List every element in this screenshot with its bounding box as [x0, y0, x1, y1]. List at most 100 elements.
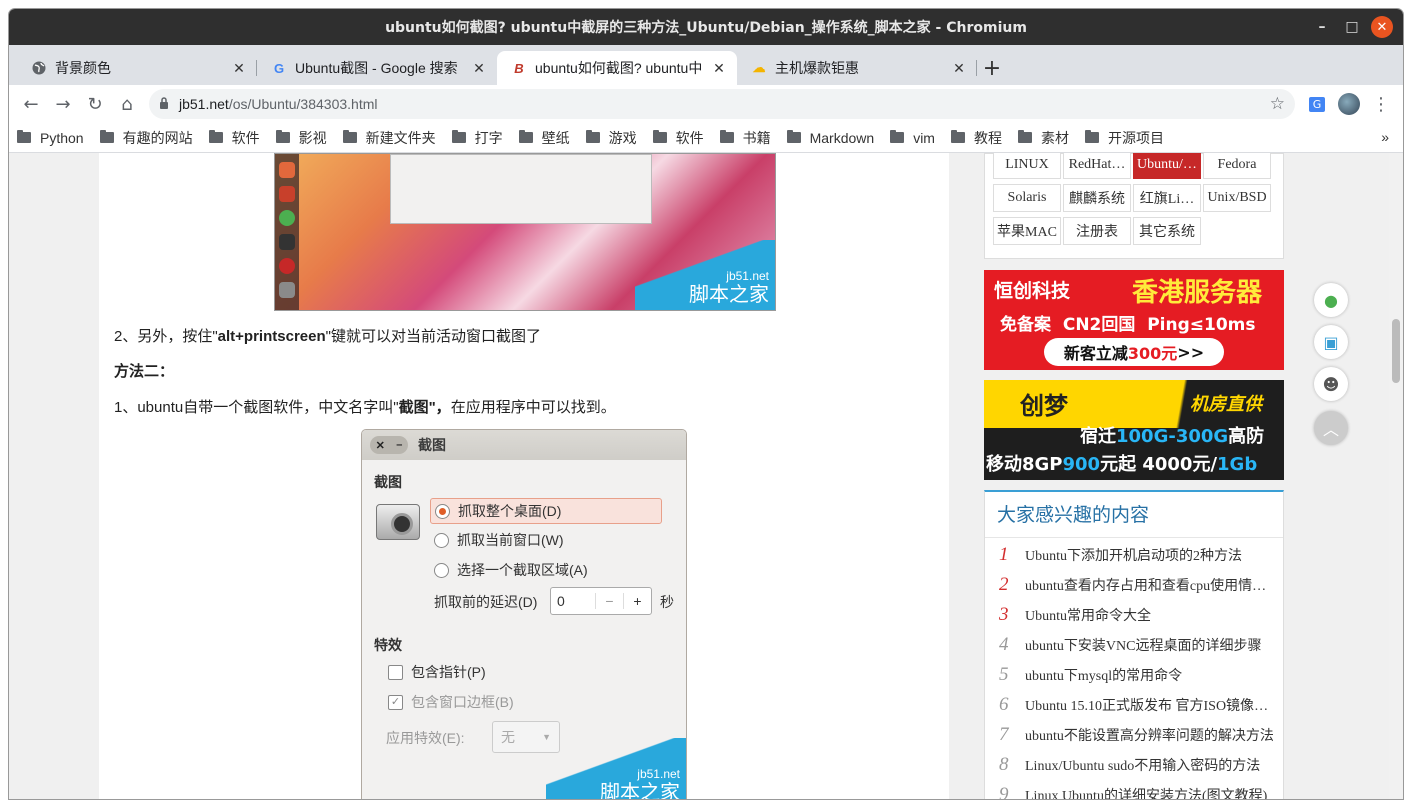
bookmark-folder[interactable]: 教程 [950, 128, 1002, 148]
increment-button[interactable]: + [623, 593, 651, 609]
hot-article-item[interactable]: 8 Linux/Ubuntu sudo不用输入密码的方法 [999, 754, 1274, 776]
tab-close-button[interactable]: ✕ [231, 60, 247, 77]
hot-article-item[interactable]: 2ubuntu查看内存占用和查看cpu使用情况的简单方法 [999, 574, 1274, 596]
paragraph-2: 1、ubuntu自带一个截图软件，中文名字叫"截图"，在应用程序中可以找到。 [114, 399, 616, 416]
tab-google-search[interactable]: G Ubuntu截图 - Google 搜索 ✕ [257, 51, 497, 85]
decrement-button[interactable]: − [595, 593, 623, 609]
bookmark-folder[interactable]: 素材 [1017, 128, 1069, 148]
wechat-share-button[interactable]: ● [1314, 283, 1348, 317]
new-tab-button[interactable]: + [977, 51, 1007, 85]
tab-background-color[interactable]: 背景颜色 ✕ [17, 51, 257, 85]
browser-menu-button[interactable]: ⋮ [1365, 88, 1397, 120]
page-scrollbar[interactable] [1389, 153, 1403, 799]
bookmark-folder[interactable]: 影视 [275, 128, 327, 148]
hot-article-item[interactable]: 7 ubuntu不能设置高分辨率问题的解决方法 [999, 724, 1274, 746]
bookmark-folder[interactable]: Python [17, 130, 84, 146]
bookmark-folder[interactable]: 有趣的网站 [99, 128, 193, 148]
dialog-window-buttons: ✕ – [370, 436, 408, 454]
maximize-button[interactable]: □ [1341, 16, 1363, 38]
hot-article-item[interactable]: 4 ubuntu下安装VNC远程桌面的详细步骤 [999, 634, 1274, 656]
radio-select-area[interactable]: 选择一个截取区域(A) [434, 560, 588, 580]
ad-brand: 创梦 [1020, 392, 1068, 420]
home-button[interactable]: ⌂ [111, 88, 143, 120]
tab-close-button[interactable]: ✕ [951, 60, 967, 77]
dialog-section-effects: 特效 [374, 637, 402, 653]
dialog-titlebar: ✕ – 截图 [362, 430, 686, 460]
google-icon: G [273, 60, 285, 76]
bookmark-folder[interactable]: 开源项目 [1084, 128, 1164, 148]
bookmark-label: 书籍 [742, 129, 771, 146]
translate-icon[interactable]: G [1301, 88, 1333, 120]
profile-avatar[interactable] [1333, 88, 1365, 120]
os-tag[interactable]: RedHat… [1063, 153, 1131, 179]
app-icon [279, 162, 295, 178]
bookmark-folder[interactable]: 书籍 [719, 128, 771, 148]
close-window-button[interactable]: ✕ [1371, 16, 1393, 38]
folder-icon [786, 130, 801, 143]
checkbox-include-border[interactable]: ✓ 包含窗口边框(B) [388, 692, 514, 712]
bookmark-folder[interactable]: 游戏 [585, 128, 637, 148]
bookmark-label: 开源项目 [1107, 129, 1164, 146]
checkbox-include-pointer[interactable]: 包含指针(P) [388, 662, 486, 682]
address-bar[interactable]: jb51.net/os/Ubuntu/384303.html ☆ [149, 89, 1295, 119]
bookmark-folder[interactable]: 新建文件夹 [342, 128, 436, 148]
os-tag[interactable]: 其它系统 [1133, 217, 1201, 245]
minimize-button[interactable]: – [1311, 16, 1333, 38]
os-tag[interactable]: LINUX [993, 153, 1061, 179]
os-tag[interactable]: 麒麟系统 [1063, 184, 1131, 212]
app-icon [279, 282, 295, 298]
image-share-button[interactable]: ▣ [1314, 325, 1348, 359]
tab-active-article[interactable]: B ubuntu如何截图? ubuntu中 ✕ [497, 51, 737, 85]
cloud-icon: ☁ [752, 60, 766, 75]
os-tag[interactable]: Solaris [993, 184, 1061, 212]
forward-button[interactable]: → [47, 88, 79, 120]
browser-toolbar: ← → ↻ ⌂ jb51.net/os/Ubuntu/384303.html ☆… [9, 85, 1403, 123]
bookmark-star-icon[interactable]: ☆ [1270, 94, 1285, 114]
bookmark-label: 教程 [973, 129, 1002, 146]
folder-icon [451, 130, 466, 143]
url-host: jb51.net [179, 96, 229, 112]
bookmark-folder[interactable]: 壁纸 [518, 128, 570, 148]
tab-close-button[interactable]: ✕ [471, 60, 487, 77]
tab-close-button[interactable]: ✕ [711, 60, 727, 77]
hot-article-item[interactable]: 6 Ubuntu 15.10正式版发布 官方ISO镜像下载 [999, 694, 1274, 716]
bookmark-folder[interactable]: 打字 [451, 128, 503, 148]
radio-grab-window[interactable]: 抓取当前窗口(W) [434, 530, 564, 550]
os-tag[interactable]: 苹果MAC [993, 217, 1061, 245]
os-tag[interactable]: 注册表 [1063, 217, 1131, 245]
radio-dot [434, 532, 449, 548]
jb51-watermark: jb51.net 脚本之家 [635, 240, 775, 310]
os-tag[interactable]: 红旗Li… [1133, 184, 1201, 212]
hot-article-item[interactable]: 3 Ubuntu常用命令大全 [999, 604, 1274, 626]
paragraph-1: 2、另外，按住"alt+printscreen"键就可以对当前活动窗口截图了 [114, 328, 541, 345]
radio-grab-desktop[interactable]: 抓取整个桌面(D) [430, 498, 663, 524]
ad-banner-chuangmeng[interactable]: 创梦 机房直供 宿迁100G-300G高防 移动8GP900元起 4000元/1… [984, 380, 1284, 480]
translate-glyph: G [1308, 96, 1326, 112]
os-tag[interactable]: Fedora [1203, 153, 1271, 179]
back-button[interactable]: ← [15, 88, 47, 120]
bookmarks-bar: Python 有趣的网站 软件 影视 新建文件夹 打字 壁纸 游戏 软件 书籍 … [9, 123, 1403, 153]
hot-article-item[interactable]: 1 Ubuntu下添加开机启动项的2种方法 [999, 544, 1274, 566]
minimize-icon: – [396, 439, 403, 451]
os-tag[interactable]: Unix/BSD [1203, 184, 1271, 212]
bookmark-folder[interactable]: 软件 [652, 128, 704, 148]
community-button[interactable]: ☻ [1314, 367, 1348, 401]
effect-label: 应用特效(E): [386, 730, 465, 746]
tab-host-deals[interactable]: ☁ 主机爆款钜惠 ✕ [737, 51, 977, 85]
hot-article-item[interactable]: 9 Linux Ubuntu的详细安装方法(图文教程) [999, 784, 1274, 799]
reload-button[interactable]: ↻ [79, 88, 111, 120]
bookmark-label: 游戏 [608, 129, 637, 146]
bookmark-folder[interactable]: 软件 [208, 128, 260, 148]
screenshot-app-dialog: ✕ – 截图 截图 抓取整个桌面(D) 抓取当前窗口(W) 选择一个截取区域(A)… [361, 429, 687, 799]
bookmark-folder[interactable]: Markdown [786, 130, 874, 146]
delay-spinbox[interactable]: 0 − + [550, 587, 652, 615]
camera-icon [376, 504, 420, 540]
bookmark-folder[interactable]: vim [890, 130, 935, 146]
bookmarks-overflow-button[interactable]: » [1381, 129, 1389, 145]
os-tag-active[interactable]: Ubuntu/… [1133, 153, 1201, 179]
scrollbar-thumb[interactable] [1392, 319, 1400, 383]
folder-icon [890, 130, 905, 143]
ad-banner-hengchuang[interactable]: 恒创科技 香港服务器 免备案 CN2回国 Ping≤10ms 新客立减 300元 … [984, 270, 1284, 370]
back-to-top-button[interactable]: ︿ [1314, 411, 1348, 445]
hot-article-item[interactable]: 5 ubuntu下mysql的常用命令 [999, 664, 1274, 686]
